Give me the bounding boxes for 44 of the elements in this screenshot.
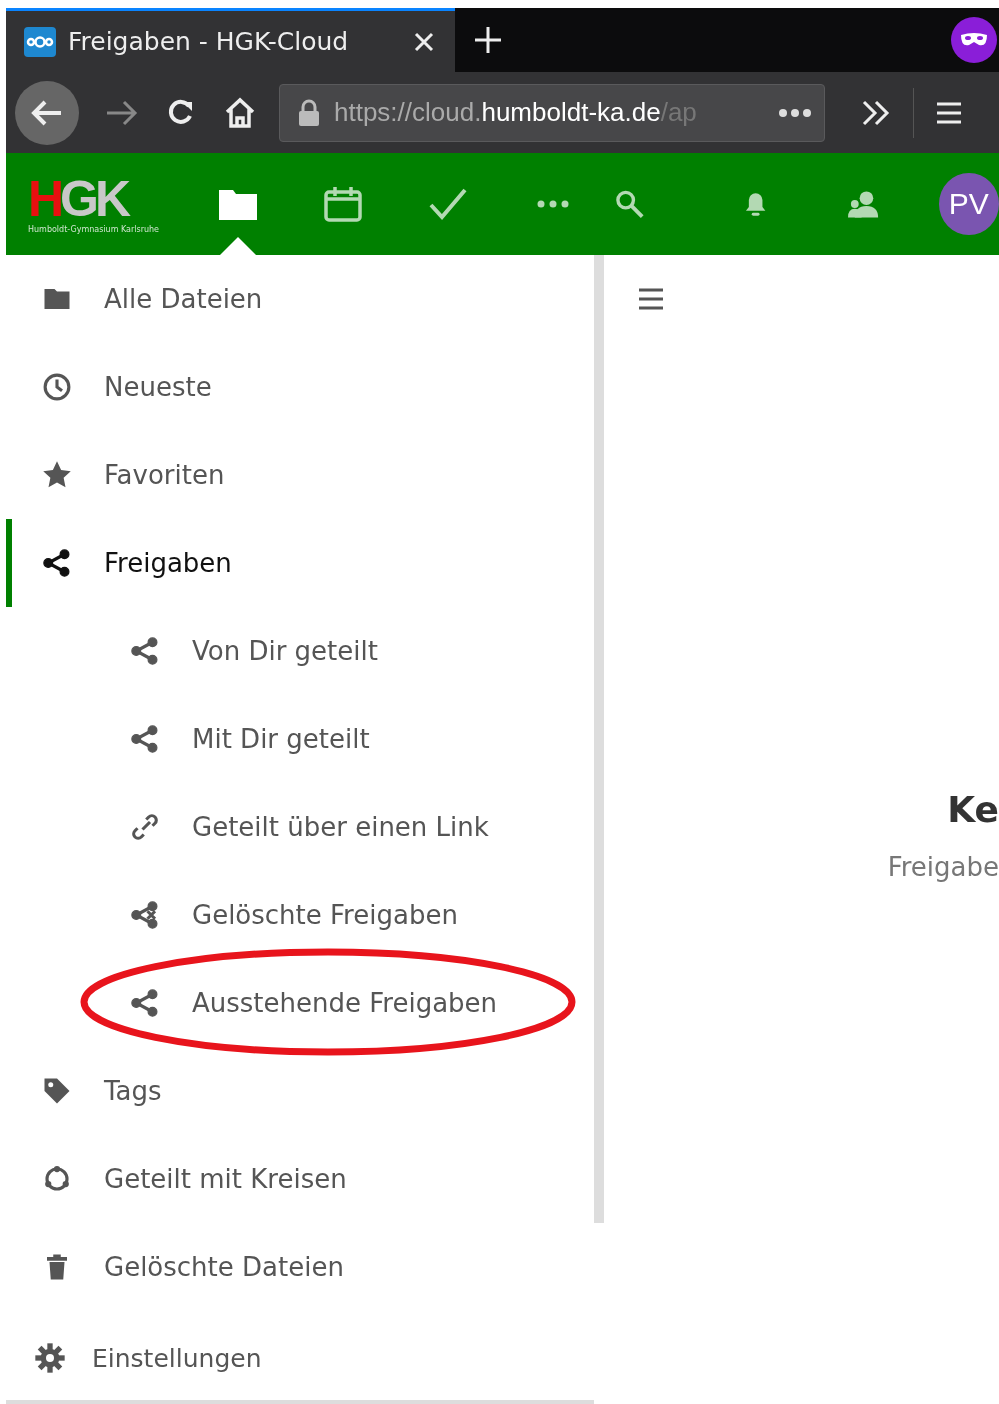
settings-item[interactable]: Einstellungen bbox=[6, 1316, 594, 1404]
more-icon[interactable] bbox=[778, 107, 812, 118]
menu-icon[interactable] bbox=[638, 287, 664, 311]
scrollbar[interactable] bbox=[594, 255, 604, 1223]
contacts-icon[interactable] bbox=[847, 190, 879, 218]
cloud-logo-icon bbox=[24, 26, 56, 57]
tab-title: Freigaben - HGK-Cloud bbox=[68, 27, 350, 56]
clock-icon bbox=[42, 372, 72, 402]
share-icon bbox=[130, 988, 160, 1018]
circles-icon bbox=[42, 1164, 72, 1194]
sidebar-item[interactable]: Neueste bbox=[6, 343, 594, 431]
logo-subtitle: Humboldt-Gymnasium Karlsruhe bbox=[28, 225, 159, 235]
sidebar-item[interactable]: Favoriten bbox=[6, 431, 594, 519]
private-mask-icon bbox=[951, 17, 997, 63]
share-icon bbox=[130, 900, 160, 930]
menu-icon[interactable] bbox=[936, 100, 962, 125]
empty-text: Freigabe bbox=[887, 852, 999, 882]
sidebar-subitem[interactable]: Mit Dir geteilt bbox=[6, 695, 594, 783]
sidebar-subitem[interactable]: Gelöschte Freigaben bbox=[6, 871, 594, 959]
back-icon[interactable] bbox=[15, 80, 79, 145]
overflow-icon[interactable] bbox=[861, 99, 891, 126]
bell-icon[interactable] bbox=[744, 191, 768, 217]
lock-icon bbox=[298, 98, 320, 127]
home-icon[interactable] bbox=[223, 96, 257, 129]
sidebar-item[interactable]: Geteilt mit Kreisen bbox=[6, 1135, 594, 1223]
user-avatar[interactable]: PV bbox=[938, 173, 999, 235]
browser-tab[interactable]: Freigaben - HGK-Cloud bbox=[6, 8, 455, 72]
settings-icon bbox=[34, 1342, 66, 1374]
new-tab-icon[interactable] bbox=[473, 25, 503, 55]
tag-icon bbox=[42, 1076, 72, 1106]
share-icon bbox=[42, 548, 72, 578]
sidebar-subitem[interactable]: Von Dir geteilt bbox=[6, 607, 594, 695]
link-icon bbox=[130, 812, 160, 842]
star-icon bbox=[42, 460, 72, 490]
sidebar-item[interactable]: Tags bbox=[6, 1047, 594, 1135]
sidebar-subitem[interactable]: Geteilt über einen Link bbox=[6, 783, 594, 871]
sidebar-subitem[interactable]: Ausstehende Freigaben bbox=[6, 959, 594, 1047]
empty-title: Ke bbox=[947, 789, 999, 830]
sidebar-item[interactable]: Gelöschte Dateien bbox=[6, 1223, 594, 1311]
close-icon[interactable] bbox=[413, 30, 435, 53]
search-icon[interactable] bbox=[615, 189, 645, 219]
sidebar-item[interactable]: Alle Dateien bbox=[6, 255, 594, 343]
share-icon bbox=[130, 724, 160, 754]
share-icon bbox=[130, 636, 160, 666]
